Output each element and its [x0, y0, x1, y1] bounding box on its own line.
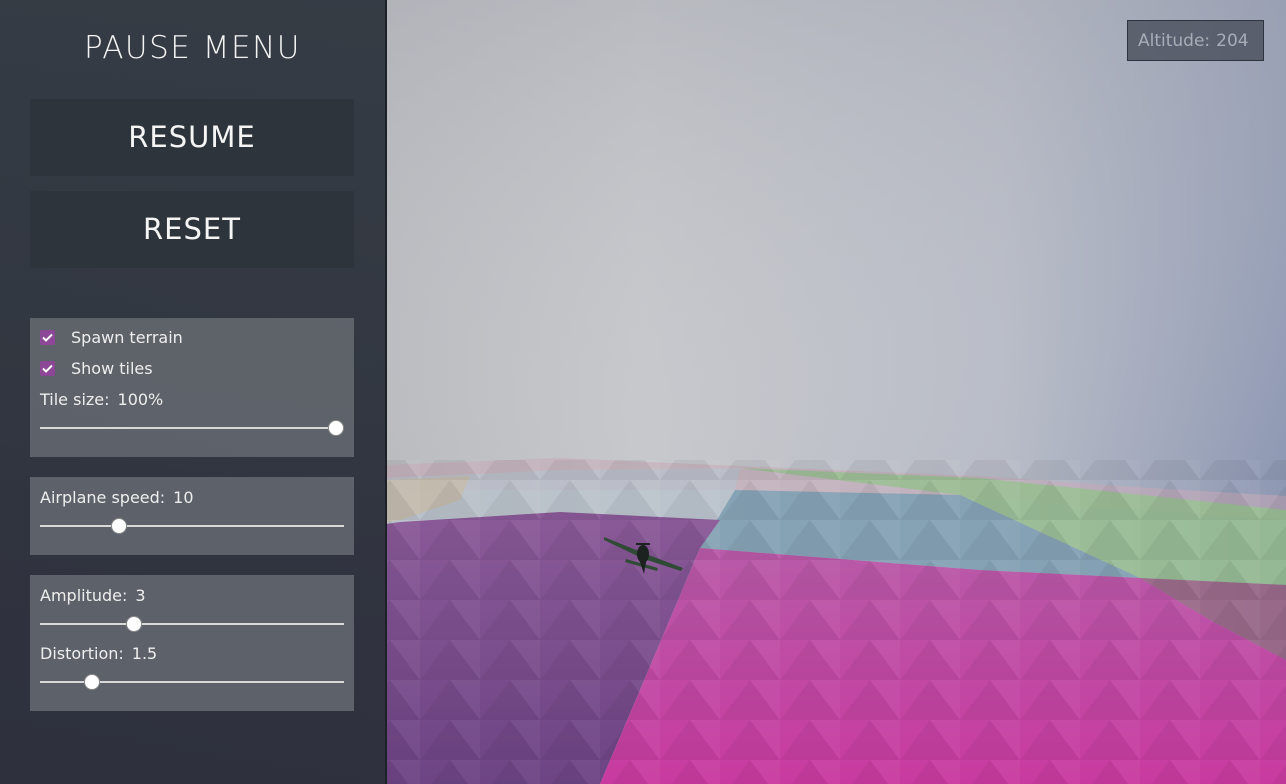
- airplane-speed-label: Airplane speed:: [40, 488, 166, 507]
- show-tiles-label: Show tiles: [71, 358, 153, 378]
- slider-track: [40, 623, 344, 625]
- tile-size-label: Tile size:: [40, 390, 110, 409]
- airplane-model: [604, 537, 683, 574]
- noise-settings-panel: Amplitude: 3 Distortion: 1.5: [30, 575, 354, 711]
- distortion-slider[interactable]: [40, 674, 344, 690]
- altitude-display: Altitude: 204: [1127, 20, 1264, 61]
- airplane-speed-slider[interactable]: [40, 518, 344, 534]
- amplitude-label: Amplitude:: [40, 586, 128, 605]
- slider-track: [40, 427, 344, 429]
- slider-thumb[interactable]: [126, 616, 143, 632]
- slider-track: [40, 525, 344, 527]
- check-icon: [42, 364, 53, 373]
- distortion-label: Distortion:: [40, 644, 124, 663]
- show-tiles-checkbox[interactable]: [40, 360, 55, 376]
- airplane-speed-field: Airplane speed: 10: [40, 488, 194, 507]
- pause-menu-sidebar: PAUSE MENU RESUME RESET Spawn terrain Sh…: [0, 0, 387, 784]
- amplitude-field: Amplitude: 3: [40, 586, 146, 605]
- slider-thumb[interactable]: [83, 674, 100, 690]
- show-tiles-toggle[interactable]: Show tiles: [40, 358, 153, 378]
- slider-thumb[interactable]: [111, 518, 128, 534]
- amplitude-slider[interactable]: [40, 616, 344, 632]
- altitude-value: 204: [1216, 31, 1249, 51]
- pause-menu-title: PAUSE MENU: [84, 30, 301, 66]
- speed-settings-panel: Airplane speed: 10: [30, 477, 354, 555]
- spawn-terrain-toggle[interactable]: Spawn terrain: [40, 327, 183, 347]
- distortion-field: Distortion: 1.5: [40, 644, 157, 663]
- spawn-terrain-label: Spawn terrain: [71, 327, 183, 347]
- slider-thumb[interactable]: [328, 420, 344, 436]
- resume-button[interactable]: RESUME: [30, 99, 354, 176]
- tile-size-value: 100%: [117, 390, 164, 409]
- altitude-label: Altitude:: [1138, 31, 1211, 51]
- airplane-speed-value: 10: [173, 488, 194, 507]
- tile-size-field: Tile size: 100%: [40, 390, 163, 409]
- distortion-value: 1.5: [131, 644, 158, 663]
- check-icon: [42, 333, 53, 342]
- reset-button[interactable]: RESET: [30, 191, 354, 268]
- spawn-terrain-checkbox[interactable]: [40, 329, 55, 345]
- amplitude-value: 3: [135, 586, 146, 605]
- tile-size-slider[interactable]: [40, 420, 344, 436]
- terrain-settings-panel: Spawn terrain Show tiles Tile size: 100%: [30, 318, 354, 457]
